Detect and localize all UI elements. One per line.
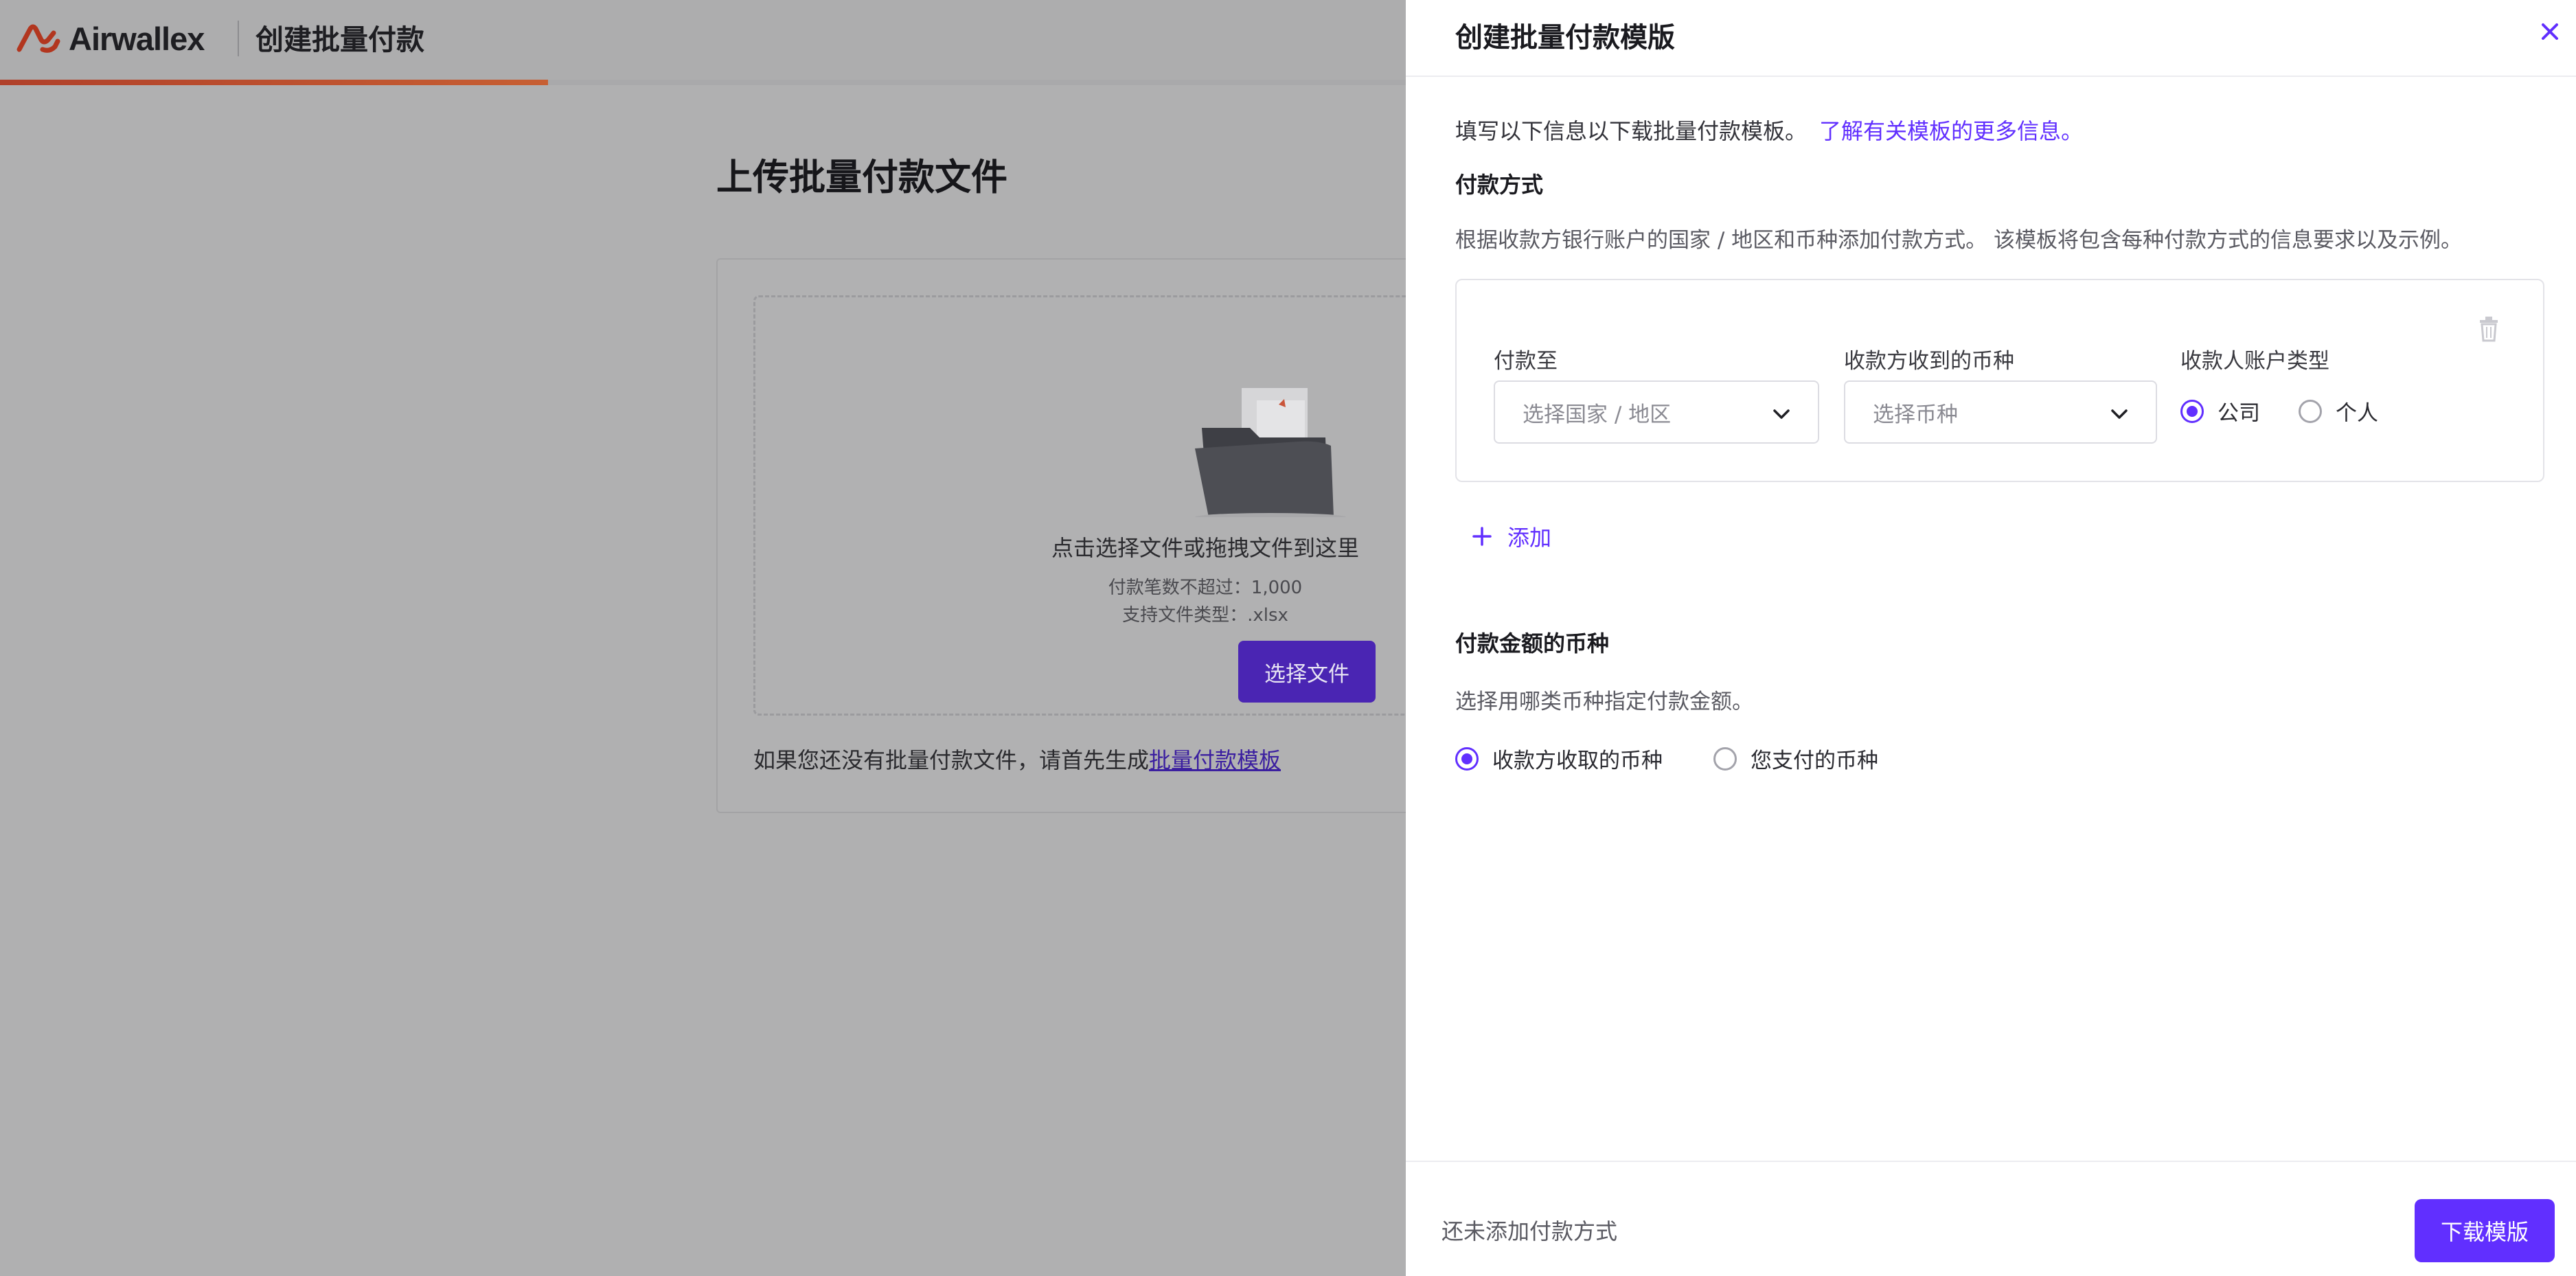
template-link[interactable]: 批量付款模板	[1149, 747, 1281, 773]
close-button[interactable]	[2536, 18, 2564, 45]
airwallex-logo-icon	[16, 24, 60, 53]
destination-label: 付款至	[1494, 349, 1558, 374]
currency-label: 收款方收到的币种	[1844, 349, 2014, 374]
chevron-down-icon	[1773, 409, 1790, 419]
header-divider	[238, 21, 239, 56]
individual-label: 个人	[2336, 401, 2378, 426]
account-type-label: 收款人账户类型	[2180, 349, 2329, 374]
currency-placeholder: 选择币种	[1873, 402, 1958, 427]
page-title: 上传批量付款文件	[716, 157, 1007, 198]
drawer-title: 创建批量付款模版	[1455, 22, 1675, 54]
add-payment-method-button[interactable]: 添加	[1472, 521, 1551, 552]
app-title: 创建批量付款	[255, 23, 424, 56]
payment-method-card: 付款至 选择国家 / 地区 收款方收到的币种 选择币种 收款人账户类型 公司 个…	[1455, 279, 2544, 482]
drawer-header: 创建批量付款模版	[1406, 0, 2576, 77]
brand-name: Airwallex	[69, 20, 205, 57]
individual-radio[interactable]	[2299, 399, 2322, 423]
receiver-currency-label: 收款方收取的币种	[1492, 749, 1663, 773]
choose-file-button[interactable]: 选择文件	[1238, 641, 1376, 703]
add-label: 添加	[1507, 525, 1552, 551]
template-hint-text: 如果您还没有批量付款文件，请首先生成	[753, 747, 1150, 773]
company-label: 公司	[2218, 401, 2260, 426]
payment-method-description: 根据收款方银行账户的国家 / 地区和币种添加付款方式。 该模板将包含每种付款方式…	[1455, 228, 2463, 253]
folder-illustration-icon	[1195, 388, 1346, 517]
template-hint: 如果您还没有批量付款文件，请首先生成批量付款模板	[753, 743, 1281, 775]
receiver-currency-radio[interactable]	[1455, 747, 1479, 771]
amount-currency-title: 付款金额的币种	[1455, 630, 1610, 657]
destination-placeholder: 选择国家 / 地区	[1523, 402, 1672, 427]
app-header: Airwallex 创建批量付款	[0, 0, 1406, 81]
currency-select[interactable]: 选择币种	[1844, 380, 2157, 444]
destination-select[interactable]: 选择国家 / 地区	[1494, 380, 1819, 444]
trash-icon[interactable]	[2477, 315, 2500, 342]
plus-icon	[1472, 527, 1492, 546]
upload-card: 点击选择文件或拖拽文件到这里 付款笔数不超过：1,000 支持文件类型：.xls…	[716, 258, 1509, 813]
close-icon	[2542, 23, 2558, 40]
brand-logo[interactable]: Airwallex	[15, 18, 205, 59]
template-drawer: 创建批量付款模版 填写以下信息以下载批量付款模板。 了解有关模板的更多信息。 付款…	[1406, 0, 2576, 1276]
download-template-button[interactable]: 下载模版	[2415, 1199, 2555, 1262]
account-type-individual[interactable]: 个人	[2299, 396, 2378, 426]
progress-fill	[0, 80, 549, 85]
payer-currency-radio[interactable]	[1713, 747, 1737, 771]
amount-currency-payer[interactable]: 您支付的币种	[1713, 743, 1878, 774]
intro-text: 填写以下信息以下载批量付款模板。	[1455, 118, 1808, 144]
company-radio[interactable]	[2180, 399, 2204, 423]
footer-status: 还未添加付款方式	[1441, 1218, 1618, 1244]
progress-bar	[0, 80, 1406, 85]
account-type-company[interactable]: 公司	[2180, 396, 2260, 426]
drawer-footer: 还未添加付款方式 下载模版	[1406, 1161, 2576, 1276]
payer-currency-label: 您支付的币种	[1751, 749, 1878, 773]
file-dropzone[interactable]: 点击选择文件或拖拽文件到这里 付款笔数不超过：1,000 支持文件类型：.xls…	[753, 295, 1509, 716]
payment-method-title: 付款方式	[1455, 172, 1544, 198]
learn-more-link[interactable]: 了解有关模板的更多信息。	[1819, 118, 2083, 144]
amount-currency-description: 选择用哪类币种指定付款金额。	[1455, 690, 1753, 714]
chevron-down-icon	[2111, 409, 2128, 419]
amount-currency-receiver[interactable]: 收款方收取的币种	[1455, 743, 1663, 774]
drawer-intro: 填写以下信息以下载批量付款模板。 了解有关模板的更多信息。	[1455, 114, 2083, 146]
